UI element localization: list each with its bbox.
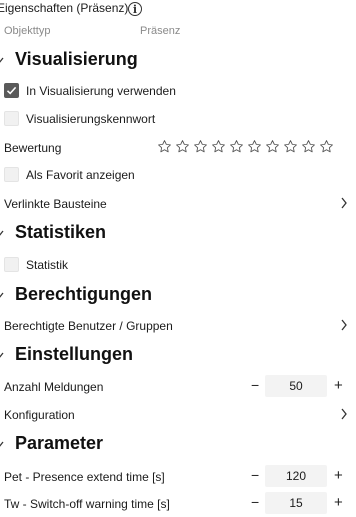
section-title-einstellungen[interactable]: Einstellungen	[15, 344, 133, 365]
pet-label: Pet - Presence extend time [s]	[4, 470, 165, 484]
chevron-right-icon[interactable]	[340, 408, 348, 420]
checkbox-label-visualization-password: Visualisierungskennwort	[26, 112, 156, 126]
authorized-users-row[interactable]: Berechtigte Benutzer / Gruppen	[4, 319, 173, 333]
star-icon[interactable]	[211, 139, 226, 154]
panel-title: Eigenschaften (Präsenz)	[0, 1, 129, 15]
chevron-collapse-icon[interactable]	[0, 290, 8, 300]
checkbox-use-in-visualization[interactable]	[4, 83, 19, 98]
pet-increment-button[interactable]: +	[334, 467, 343, 484]
rating-stars[interactable]	[157, 139, 334, 155]
star-icon[interactable]	[283, 139, 298, 154]
chevron-right-icon[interactable]	[340, 197, 348, 209]
configuration-row[interactable]: Konfiguration	[4, 408, 75, 422]
star-icon[interactable]	[229, 139, 244, 154]
tw-decrement-button[interactable]: −	[251, 494, 259, 510]
chevron-collapse-icon[interactable]	[0, 55, 8, 65]
message-count-input[interactable]: 50	[265, 375, 327, 397]
star-icon[interactable]	[265, 139, 280, 154]
star-icon[interactable]	[193, 139, 208, 154]
chevron-collapse-icon[interactable]	[0, 350, 8, 360]
chevron-collapse-icon[interactable]	[0, 439, 8, 449]
message-count-decrement-button[interactable]: −	[251, 377, 259, 393]
tw-input[interactable]: 15	[265, 492, 327, 514]
pet-input[interactable]: 120	[265, 465, 327, 487]
pet-decrement-button[interactable]: −	[251, 467, 259, 483]
chevron-collapse-icon[interactable]	[0, 228, 8, 238]
star-icon[interactable]	[319, 139, 334, 154]
tw-label: Tw - Switch-off warning time [s]	[4, 497, 170, 511]
section-title-berechtigungen[interactable]: Berechtigungen	[15, 284, 152, 305]
checkbox-label-show-favorite: Als Favorit anzeigen	[26, 168, 135, 182]
info-icon[interactable]: i	[128, 2, 142, 16]
section-title-parameter[interactable]: Parameter	[15, 433, 103, 454]
message-count-increment-button[interactable]: +	[334, 377, 343, 394]
section-title-visualisierung[interactable]: Visualisierung	[15, 49, 138, 70]
object-type-value: Präsenz	[140, 25, 181, 37]
rating-label: Bewertung	[4, 141, 62, 155]
checkbox-show-favorite[interactable]	[4, 167, 19, 182]
checkbox-label-use-in-visualization: In Visualisierung verwenden	[26, 84, 176, 98]
star-icon[interactable]	[157, 139, 172, 154]
checkbox-label-statistik: Statistik	[26, 258, 69, 272]
tw-increment-button[interactable]: +	[334, 494, 343, 511]
chevron-right-icon[interactable]	[340, 319, 348, 331]
linked-blocks-row[interactable]: Verlinkte Bausteine	[4, 197, 107, 211]
checkbox-statistik[interactable]	[4, 257, 19, 272]
checkbox-visualization-password[interactable]	[4, 111, 19, 126]
star-icon[interactable]	[301, 139, 316, 154]
message-count-label: Anzahl Meldungen	[4, 380, 104, 394]
section-title-statistiken[interactable]: Statistiken	[15, 222, 106, 243]
star-icon[interactable]	[247, 139, 262, 154]
checkmark-icon	[6, 86, 17, 95]
object-type-label: Objekttyp	[4, 25, 51, 37]
star-icon[interactable]	[175, 139, 190, 154]
